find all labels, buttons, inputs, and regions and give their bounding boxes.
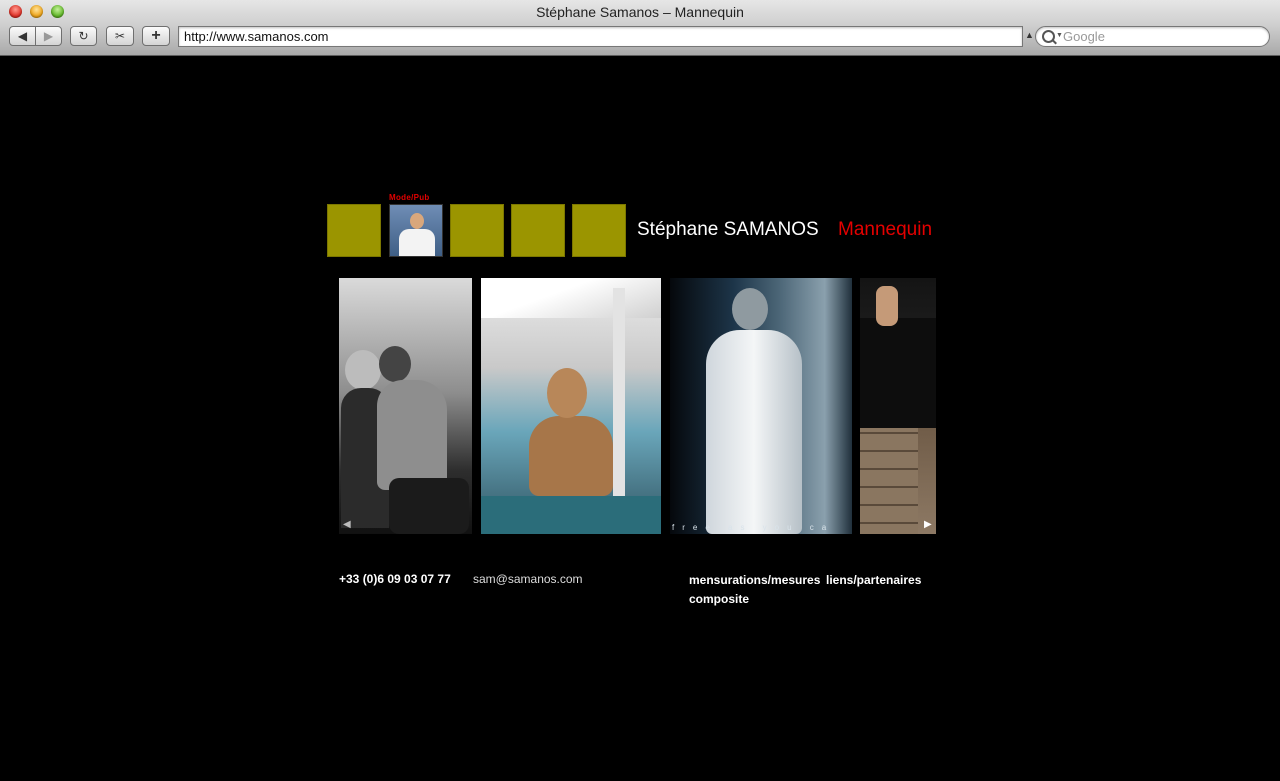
forward-button[interactable]: ▶ <box>35 26 62 46</box>
tile-portrait-head <box>410 213 424 229</box>
tile-portrait-body <box>399 229 435 256</box>
gallery-photo-couple[interactable] <box>339 278 472 534</box>
nav-tile-4[interactable] <box>511 204 565 257</box>
browser-toolbar: Stéphane Samanos – Mannequin ◀ ▶ ↻ ✂ + h… <box>0 0 1280 56</box>
photo-detail <box>379 346 411 382</box>
photo-detail <box>481 496 661 534</box>
search-field[interactable]: ▼ Google <box>1035 26 1270 47</box>
photo-detail <box>481 278 661 318</box>
forward-arrow-icon: ▶ <box>43 29 54 43</box>
photo-detail <box>860 318 936 428</box>
gallery-next-icon[interactable]: ▶ <box>924 519 932 530</box>
web-clip-button[interactable]: ✂ <box>106 26 134 46</box>
reload-icon: ↻ <box>78 29 89 43</box>
nav-tile-1[interactable] <box>327 204 381 257</box>
photo-detail <box>389 478 469 534</box>
photo-detail <box>345 350 381 390</box>
nav-tile-5[interactable] <box>572 204 626 257</box>
gallery-photo-stone-wall[interactable] <box>860 278 936 534</box>
add-bookmark-button[interactable]: + <box>142 26 170 46</box>
phone-number: +33 (0)6 09 03 07 77 <box>339 572 451 586</box>
photo-detail <box>876 286 898 326</box>
window-title: Stéphane Samanos – Mannequin <box>536 4 744 20</box>
nav-link-partners[interactable]: liens/partenaires <box>826 573 921 587</box>
url-history-icon[interactable]: ▲ <box>1025 30 1034 40</box>
gallery-photo-white-suit[interactable]: free as you ca <box>670 278 852 534</box>
address-bar[interactable]: http://www.samanos.com <box>178 26 1023 47</box>
back-button[interactable]: ◀ <box>9 26 36 46</box>
nav-link-measurements[interactable]: mensurations/mesures <box>689 573 820 587</box>
search-icon <box>1042 30 1055 43</box>
photo-detail <box>547 368 587 418</box>
email-link[interactable]: sam@samanos.com <box>473 572 583 586</box>
search-placeholder: Google <box>1063 29 1105 44</box>
nav-tile-mode-pub[interactable] <box>389 204 443 257</box>
plus-icon: + <box>151 27 161 44</box>
photo-detail <box>529 416 613 496</box>
reload-button[interactable]: ↻ <box>70 26 97 46</box>
gallery-photo-terrace[interactable] <box>481 278 661 534</box>
photo-caption: free as you ca <box>672 523 835 532</box>
nav-link-composite[interactable]: composite <box>689 592 749 606</box>
scissors-icon: ✂ <box>114 29 126 43</box>
photo-detail <box>732 288 768 330</box>
back-arrow-icon: ◀ <box>17 29 28 43</box>
site-name: Stéphane SAMANOS <box>637 219 819 240</box>
chevron-down-icon: ▼ <box>1056 32 1063 39</box>
photo-detail <box>706 330 802 534</box>
site-role: Mannequin <box>838 219 933 240</box>
gallery-prev-icon[interactable]: ◀ <box>343 519 351 530</box>
photo-detail <box>377 380 447 490</box>
nav-tile-3[interactable] <box>450 204 504 257</box>
active-tile-label: Mode/Pub <box>389 193 430 202</box>
